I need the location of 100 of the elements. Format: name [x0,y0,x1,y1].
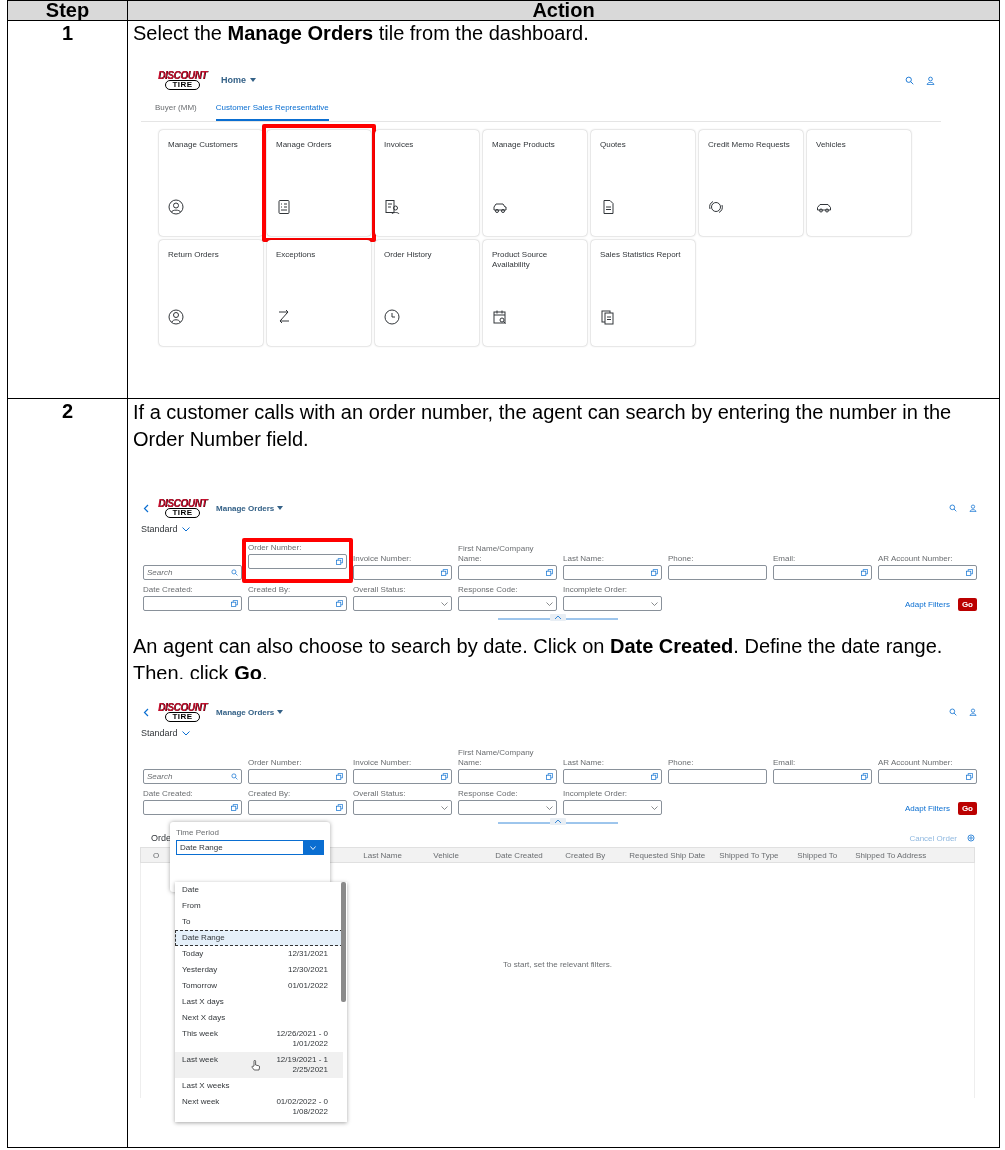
input-field[interactable] [668,565,767,580]
dropdown-field[interactable] [458,596,557,611]
input-field[interactable] [458,769,557,784]
column-header: Shipped To Address [854,850,928,860]
dropdown-button[interactable] [303,841,323,854]
dropdown-option[interactable]: This week 12/26/2021 - 01/01/2022 [175,1026,343,1052]
dropdown-option[interactable]: Date [175,882,343,898]
variant-selector[interactable]: Standard [141,728,190,738]
dropdown-field[interactable] [353,800,452,815]
search-icon[interactable] [949,504,957,512]
swap-arrows-icon [276,309,292,325]
field-label: Date Created: [143,789,194,799]
logo-badge: TIRE [165,79,200,90]
app-tile[interactable]: Vehicles [807,130,911,236]
search-icon[interactable] [231,569,238,576]
input-field[interactable] [878,565,977,580]
input-field[interactable] [248,769,347,784]
dropdown-field[interactable]: Date Range [176,840,324,855]
input-field[interactable] [353,769,452,784]
collapse-handle[interactable] [498,613,618,621]
go-button[interactable]: Go [957,598,977,611]
input-field[interactable] [563,565,662,580]
dropdown-option[interactable]: Next X days [175,1010,343,1026]
dropdown-option[interactable]: Tomorrow 01/01/2022 [175,978,343,994]
input-field[interactable] [143,800,242,815]
app-tile[interactable]: Credit Memo Requests [699,130,803,236]
step-number: 2 [7,398,128,1148]
settings-icon[interactable] [967,834,975,842]
hand-cursor-icon [251,1060,260,1071]
dropdown-option[interactable]: Last X days [175,994,343,1010]
app-tile[interactable]: Manage Products [483,130,587,236]
variant-selector[interactable]: Standard [141,524,190,534]
app-tile[interactable]: Invoices [375,130,479,236]
input-field[interactable] [248,800,347,815]
option-label: Last week [182,1055,219,1065]
user-icon[interactable] [926,75,935,85]
input-field[interactable] [563,769,662,784]
dropdown-option[interactable]: To [175,914,343,930]
input-field[interactable] [878,769,977,784]
app-tile[interactable]: Manage Customers [159,130,263,236]
input-field[interactable] [143,596,242,611]
field-label: Phone: [668,758,695,768]
chevron-down-icon [181,730,190,736]
input-field[interactable] [773,769,872,784]
dropdown-option[interactable]: Next week 01/02/2022 - 01/08/2022 [175,1094,343,1120]
search-icon[interactable] [949,708,957,716]
app-tile[interactable]: Manage Orders [267,130,371,236]
logo-badge: TIRE [165,711,200,722]
user-icon[interactable] [969,708,977,716]
app-tile[interactable]: Sales Statistics Report [591,240,695,346]
input-field[interactable] [353,565,452,580]
app-tile[interactable]: Order History [375,240,479,346]
caret-icon [250,78,257,82]
go-button[interactable]: Go [957,802,977,815]
user-icon[interactable] [969,504,977,512]
search-field[interactable]: Search [143,769,242,784]
value-help-icon [966,569,973,576]
input-field[interactable] [773,565,872,580]
document-icon [600,199,616,215]
field-label: Invoice Number: [353,554,413,564]
field-label: AR Account Number: [878,758,954,768]
dropdown-option[interactable]: Last X weeks [175,1078,343,1094]
empty-message: To start, set the relevant filters. [503,960,612,971]
adapt-filters-link[interactable]: Adapt Filters [905,804,950,813]
back-icon[interactable] [143,503,149,513]
step-number: 1 [7,20,128,399]
app-tile[interactable]: Return Orders [159,240,263,346]
input-field[interactable] [248,554,347,569]
app-tile[interactable]: Exceptions [267,240,371,346]
page-title-menu[interactable]: Manage Orders [216,707,284,717]
app-tile[interactable]: Product Source Availability [483,240,587,346]
value-help-icon [231,804,238,811]
coin-arrows-icon [708,199,724,215]
dropdown-field[interactable] [458,800,557,815]
value-help-icon [861,569,868,576]
option-date: 01/01/2022 [286,981,328,991]
dropdown-option[interactable]: From [175,898,343,914]
dropdown-field[interactable] [563,800,662,815]
search-icon[interactable] [231,773,238,780]
dropdown-field[interactable] [353,596,452,611]
back-icon[interactable] [143,707,149,717]
adapt-filters-link[interactable]: Adapt Filters [905,600,950,609]
field-label: Overall Status: [353,789,407,799]
collapse-handle[interactable] [498,817,618,825]
app-tile[interactable]: Quotes [591,130,695,236]
page-title-menu[interactable]: Manage Orders [216,503,284,513]
search-field[interactable]: Search [143,565,242,580]
dropdown-option[interactable]: Yesterday 12/30/2021 [175,962,343,978]
dropdown-field[interactable] [563,596,662,611]
dropdown-option[interactable]: Date Range [175,930,343,946]
dropdown-option[interactable]: Today 12/31/2021 [175,946,343,962]
dropdown-option[interactable]: Last week 12/19/2021 - 12/25/2021 [175,1052,343,1078]
value-help-icon [441,569,448,576]
search-icon[interactable] [905,75,914,85]
input-field[interactable] [458,565,557,580]
input-field[interactable] [668,769,767,784]
page-title-menu[interactable]: Home [221,75,257,85]
input-field[interactable] [248,596,347,611]
tab[interactable]: Buyer (MM) [155,99,197,121]
tab[interactable]: Customer Sales Representative [215,99,329,121]
